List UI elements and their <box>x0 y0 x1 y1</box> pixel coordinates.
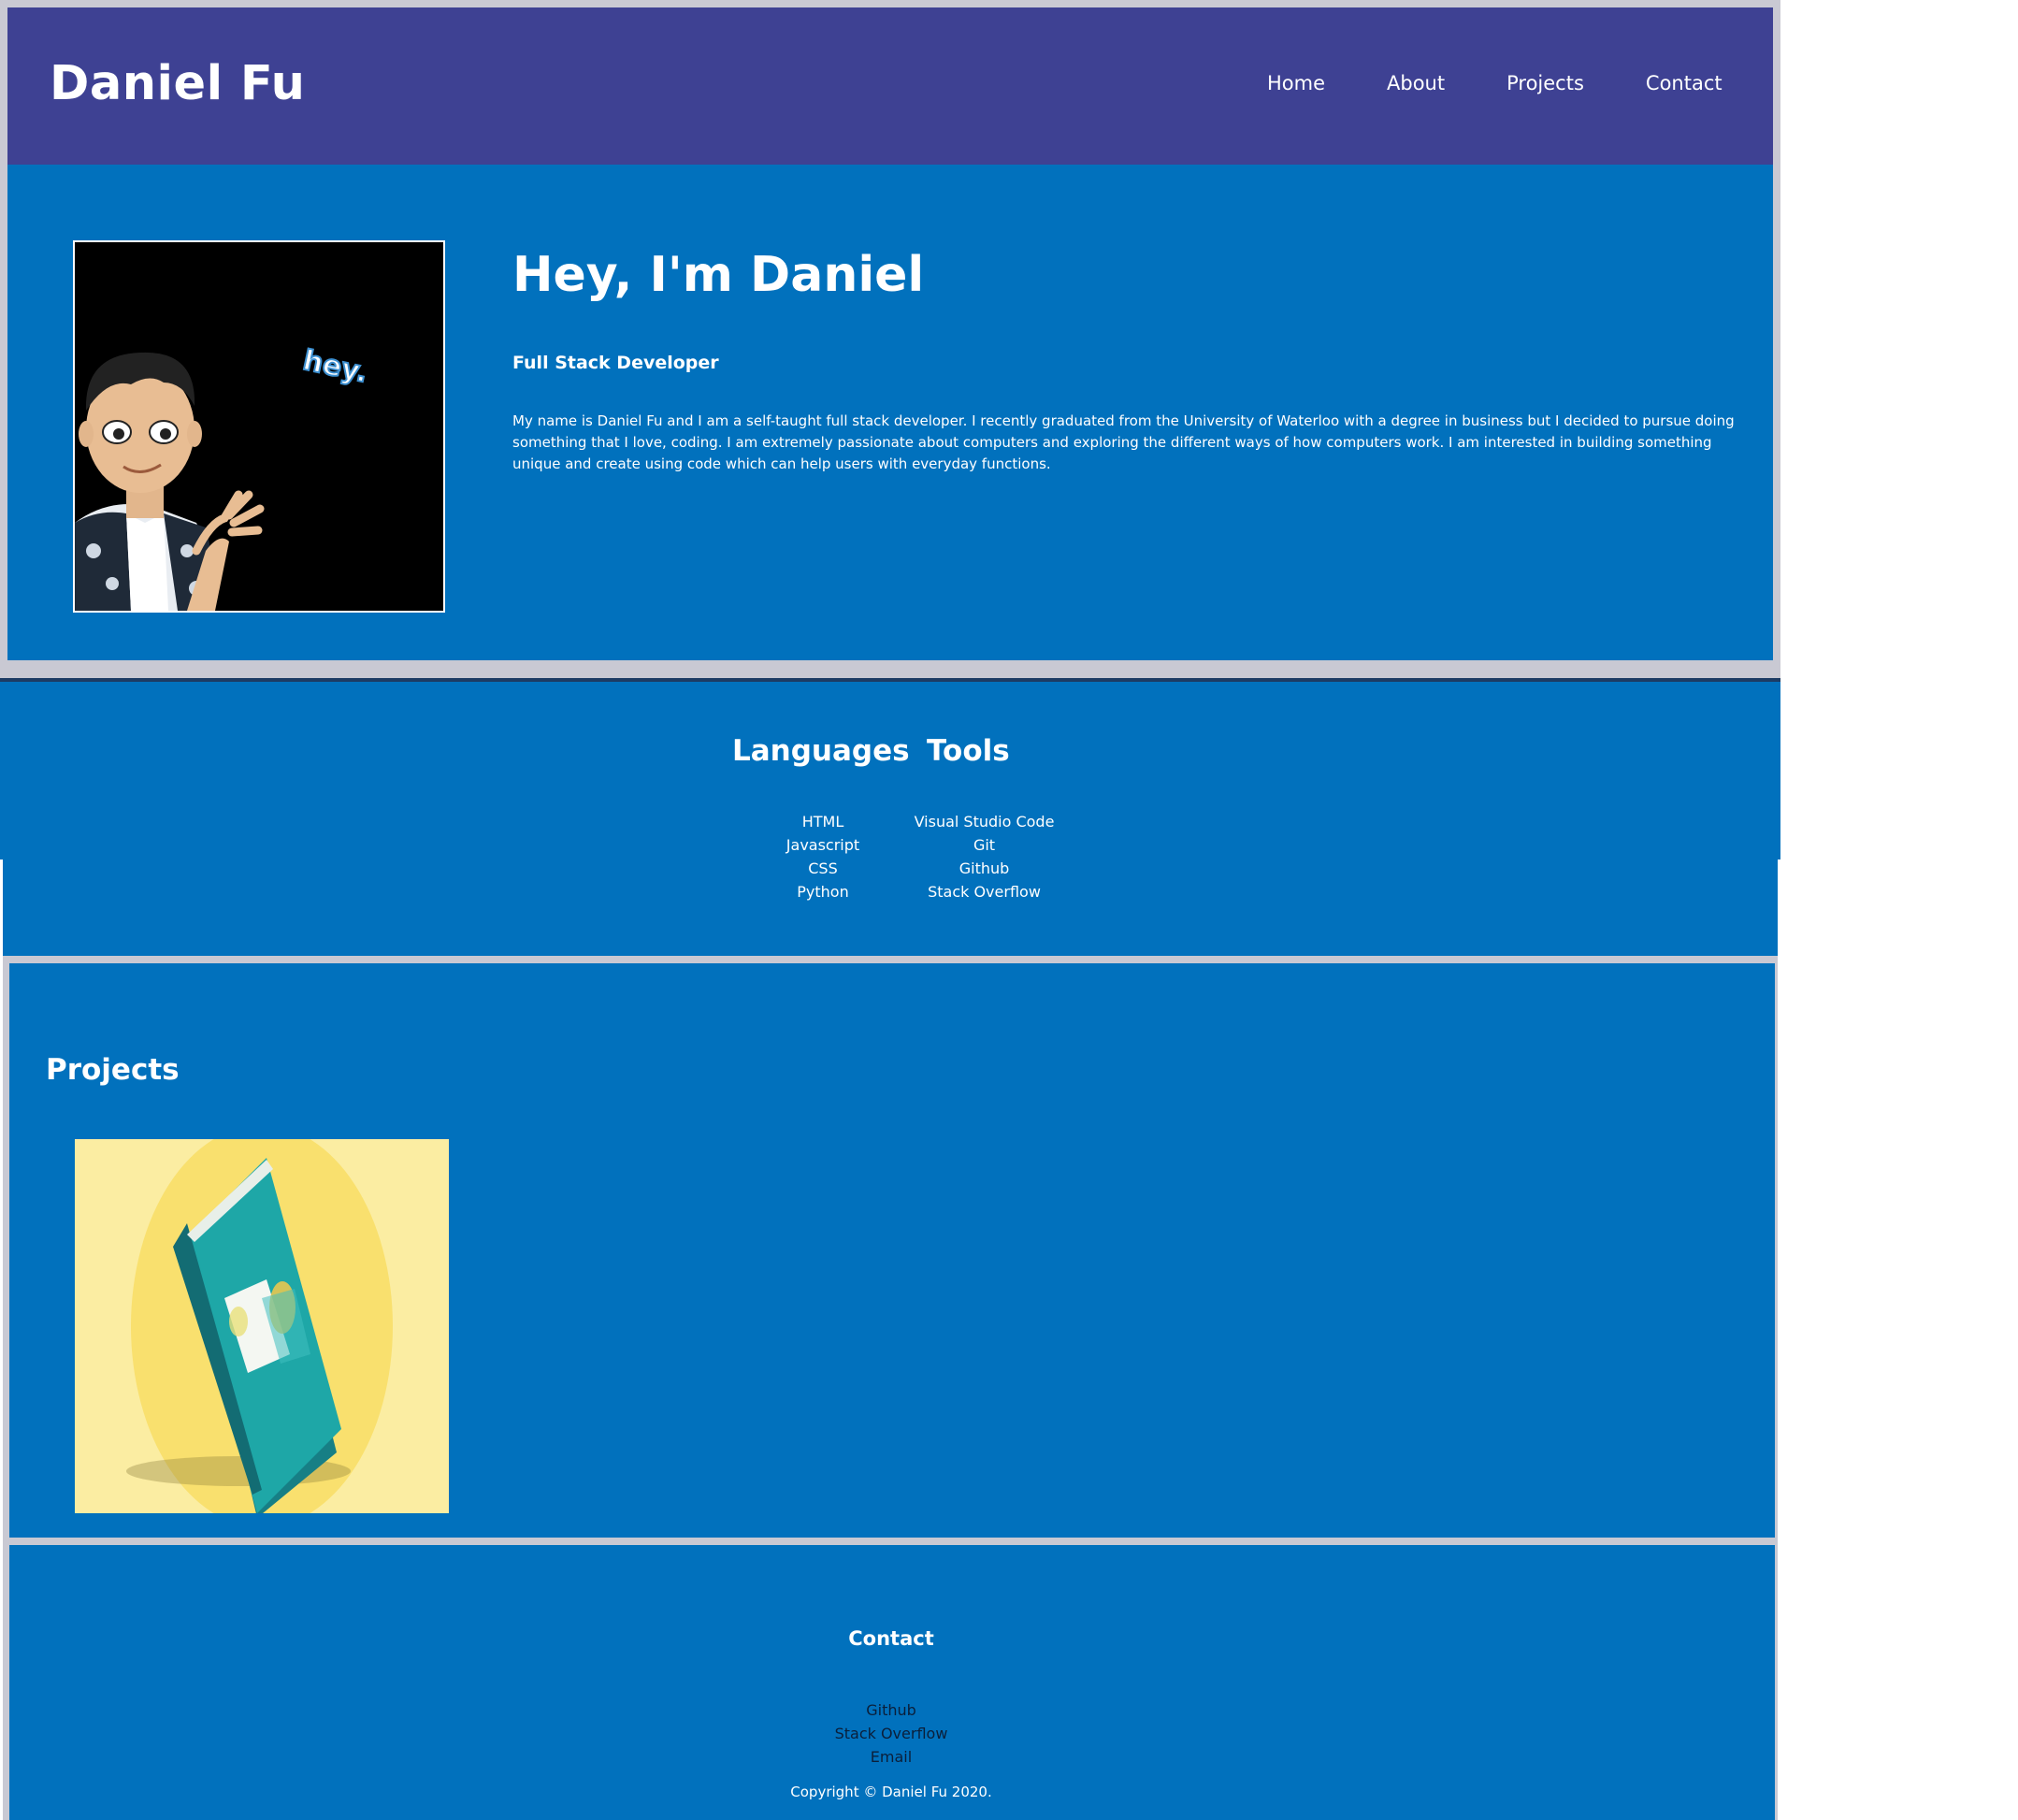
contact-links: Github Stack Overflow Email <box>0 1698 1782 1769</box>
hero-subtitle: Full Stack Developer <box>512 353 719 373</box>
contact-heading: Contact <box>848 1627 934 1650</box>
list-item: Python <box>797 883 849 901</box>
projects-heading: Projects <box>46 1053 180 1087</box>
languages-heading: Languages <box>732 734 910 768</box>
nav-projects[interactable]: Projects <box>1506 72 1584 94</box>
hero-heading: Hey, I'm Daniel <box>512 247 925 303</box>
list-item: Visual Studio Code <box>914 813 1055 831</box>
project-thumbnail[interactable] <box>75 1139 449 1513</box>
nav-about[interactable]: About <box>1387 72 1445 94</box>
tools-column: Tools Visual Studio Code Git Github Stac… <box>907 734 1061 901</box>
copyright: Copyright © Daniel Fu 2020. <box>790 1784 992 1800</box>
avatar: hey. <box>73 240 445 613</box>
avatar-illustration: hey. <box>75 242 443 611</box>
list-item: Stack Overflow <box>928 883 1041 901</box>
list-item: Email <box>0 1745 1782 1769</box>
site-header: Daniel Fu Home About Projects Contact <box>7 7 1773 165</box>
email-link[interactable]: Email <box>871 1748 912 1766</box>
nav-contact[interactable]: Contact <box>1646 72 1723 94</box>
contact-section <box>9 1545 1775 1820</box>
tools-list: Visual Studio Code Git Github Stack Over… <box>907 810 1061 903</box>
main-nav: Home About Projects Contact <box>1267 72 1723 94</box>
languages-column: Languages HTML Javascript CSS Python <box>729 734 916 901</box>
languages-list: HTML Javascript CSS Python <box>711 810 935 903</box>
stack-overflow-link[interactable]: Stack Overflow <box>835 1725 948 1742</box>
hero-bio: My name is Daniel Fu and I am a self-tau… <box>512 412 1735 472</box>
portfolio-page: Daniel Fu Home About Projects Contact he… <box>0 0 2018 1820</box>
github-link[interactable]: Github <box>866 1701 916 1719</box>
nav-home[interactable]: Home <box>1267 72 1325 94</box>
list-item: HTML <box>801 813 844 831</box>
list-item: Stack Overflow <box>0 1722 1782 1745</box>
list-item: Github <box>0 1698 1782 1722</box>
hero-section: hey. Hey, I'm Daniel Full Stack Develope… <box>7 165 1773 660</box>
list-item: CSS <box>808 859 838 877</box>
list-item: Github <box>959 859 1010 877</box>
tools-heading: Tools <box>927 734 1010 768</box>
project-book-image <box>75 1139 449 1513</box>
list-item: Javascript <box>786 836 860 854</box>
list-item: Git <box>973 836 996 854</box>
site-title[interactable]: Daniel Fu <box>50 56 305 111</box>
